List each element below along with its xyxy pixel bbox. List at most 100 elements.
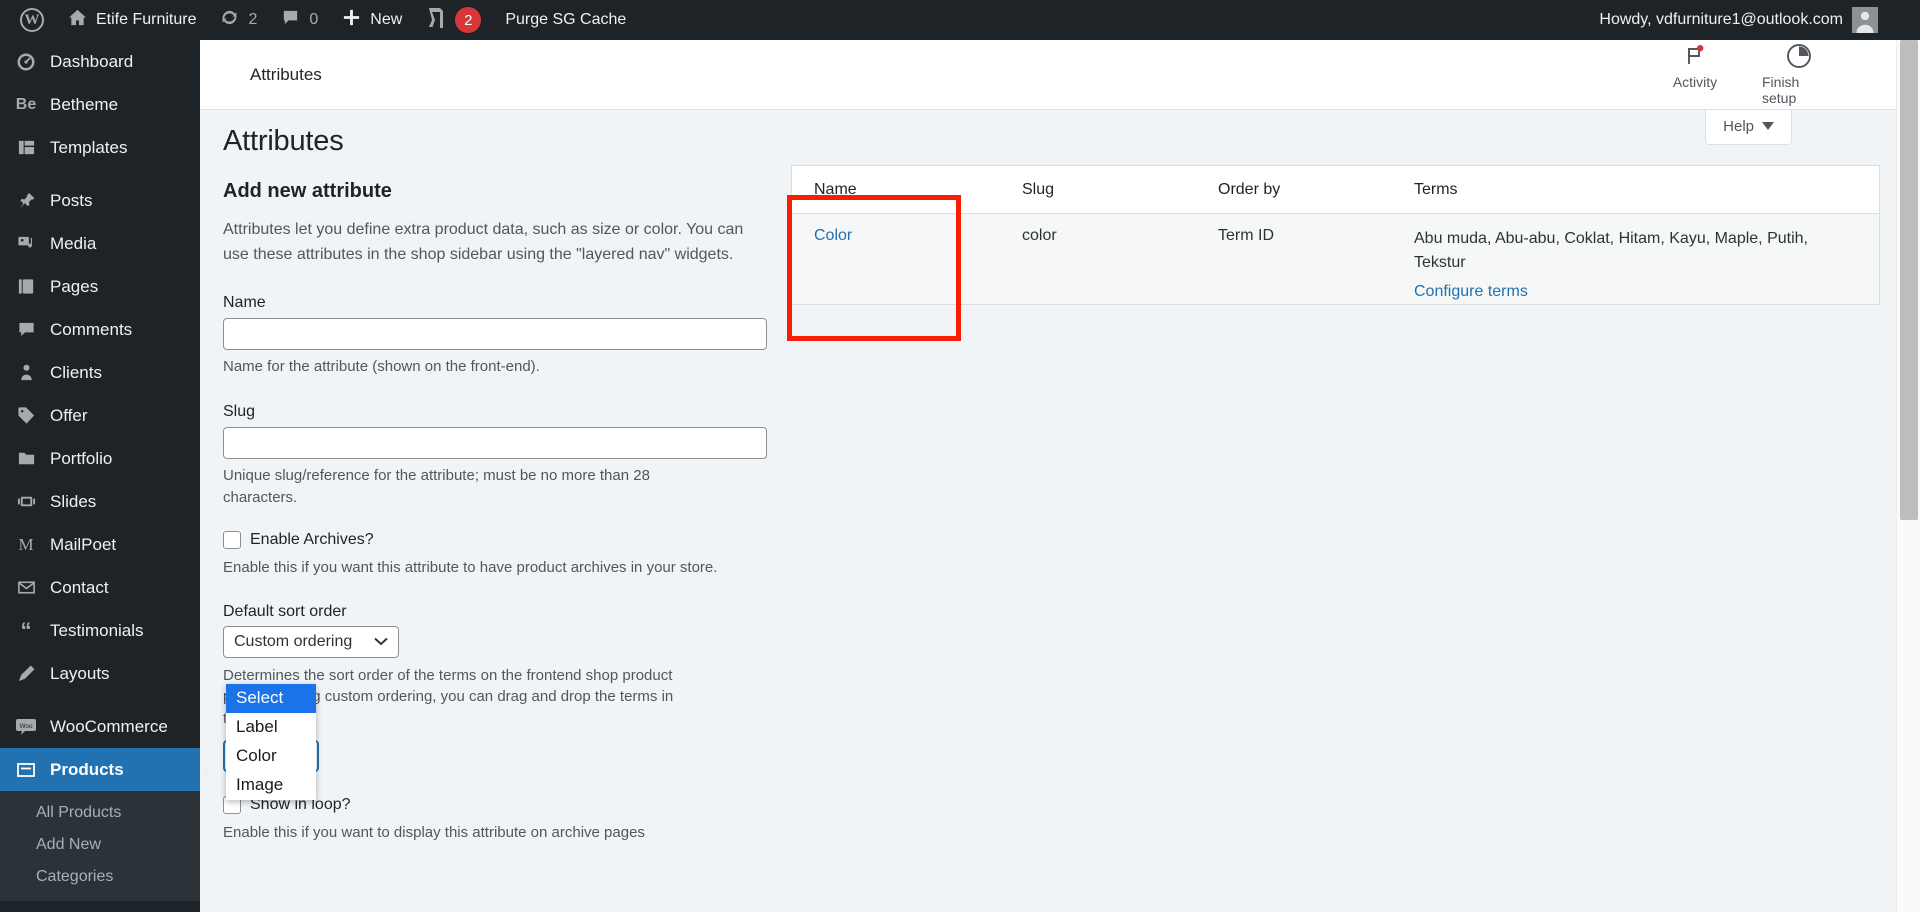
column-header-terms: Terms	[1414, 180, 1458, 198]
page-scrollbar[interactable]	[1896, 24, 1920, 912]
yoast-badge: 2	[455, 7, 482, 33]
form-description: Attributes let you define extra product …	[223, 221, 744, 263]
admin-sidebar: Dashboard Be Betheme Templates Posts Med…	[0, 40, 208, 912]
woocommerce-icon: Woo	[10, 715, 42, 739]
sidebar-item-offer[interactable]: Offer	[0, 394, 200, 437]
sidebar-item-contact[interactable]: Contact	[0, 566, 200, 609]
sidebar-item-templates[interactable]: Templates	[0, 126, 200, 169]
comment-bubble-icon	[281, 8, 300, 32]
attribute-name-link[interactable]: Color	[814, 227, 852, 244]
my-account-menu[interactable]: Howdy, vdfurniture1@outlook.com	[1587, 0, 1890, 40]
slug-field-hint: Unique slug/reference for the attribute;…	[223, 467, 650, 507]
sidebar-item-woocommerce[interactable]: Woo WooCommerce	[0, 705, 200, 748]
media-icon	[10, 232, 42, 256]
attribute-type-dropdown-options[interactable]: Select Label Color Image	[226, 684, 316, 800]
flag-icon	[1682, 43, 1708, 69]
sidebar-item-pages[interactable]: Pages	[0, 265, 200, 308]
wordpress-logo-menu[interactable]: W	[8, 0, 56, 40]
table-row: Color color Term ID Abu muda, Abu-abu, C…	[792, 214, 1879, 304]
new-content-menu[interactable]: New	[330, 0, 414, 40]
sidebar-item-label: Contact	[50, 577, 109, 597]
sidebar-item-comments[interactable]: Comments	[0, 308, 200, 351]
sidebar-item-mailpoet[interactable]: M MailPoet	[0, 523, 200, 566]
name-input[interactable]	[223, 317, 767, 350]
slug-input[interactable]	[223, 427, 767, 460]
envelope-icon	[10, 576, 42, 600]
sidebar-item-posts[interactable]: Posts	[0, 179, 200, 222]
submenu-item-all-products[interactable]: All Products	[0, 797, 200, 829]
sidebar-item-testimonials[interactable]: “ Testimonials	[0, 609, 200, 652]
updates-menu[interactable]: 2	[208, 0, 269, 40]
sidebar-item-label: Products	[50, 759, 124, 779]
dashboard-icon	[10, 50, 42, 74]
pie-progress-icon	[1786, 43, 1812, 69]
breadcrumb: Attributes	[250, 64, 322, 84]
home-icon	[68, 8, 87, 32]
sidebar-item-clients[interactable]: Clients	[0, 351, 200, 394]
purge-sg-cache-label: Purge SG Cache	[505, 11, 627, 28]
configure-terms-link[interactable]: Configure terms	[1414, 280, 1859, 304]
dropdown-option-select[interactable]: Select	[226, 684, 316, 713]
sidebar-item-label: Posts	[50, 190, 93, 210]
sidebar-item-media[interactable]: Media	[0, 222, 200, 265]
clients-icon	[10, 361, 42, 385]
new-content-label: New	[370, 11, 403, 28]
name-field-hint: Name for the attribute (shown on the fro…	[223, 357, 540, 375]
pencil-icon	[10, 662, 42, 686]
products-submenu: All Products Add New Categories	[0, 791, 200, 901]
default-sort-order-value: Custom ordering	[234, 632, 353, 650]
plus-icon	[342, 8, 361, 32]
sidebar-item-label: WooCommerce	[50, 716, 168, 736]
pages-icon	[10, 275, 42, 299]
betheme-icon: Be	[15, 95, 37, 113]
templates-icon	[10, 136, 42, 160]
purge-sg-cache-menu[interactable]: Purge SG Cache	[493, 0, 638, 40]
column-header-order-by: Order by	[1218, 180, 1281, 198]
scrollbar-thumb[interactable]	[1900, 40, 1918, 520]
attributes-table: Name Slug Order by Terms Color color Ter…	[791, 165, 1880, 305]
sidebar-separator	[0, 169, 200, 179]
help-toggle-button[interactable]: Help	[1705, 110, 1792, 145]
sidebar-item-portfolio[interactable]: Portfolio	[0, 437, 200, 480]
enable-archives-row[interactable]: Enable Archives?	[223, 530, 783, 549]
offer-tag-icon	[10, 404, 42, 428]
cell-name: Color	[792, 227, 1022, 304]
site-name-menu[interactable]: Etife Furniture	[56, 0, 208, 40]
submenu-item-categories[interactable]: Categories	[0, 861, 200, 893]
woocommerce-header: Attributes Activity Finish setup	[200, 40, 1896, 110]
default-sort-order-select[interactable]: Custom ordering	[223, 625, 399, 658]
sidebar-item-slides[interactable]: Slides	[0, 480, 200, 523]
name-field-label: Name	[223, 293, 266, 311]
sidebar-item-label: Betheme	[50, 94, 119, 114]
dropdown-option-color[interactable]: Color	[226, 742, 316, 771]
cell-order-by: Term ID	[1218, 227, 1274, 244]
admin-bar-left: W Etife Furniture 2 0 New 2 Purge SG Cac…	[0, 0, 638, 40]
cell-slug: color	[1022, 227, 1057, 244]
sidebar-item-dashboard[interactable]: Dashboard	[0, 40, 200, 83]
activity-panel-button[interactable]: Activity	[1658, 43, 1732, 90]
enable-archives-hint: Enable this if you want this attribute t…	[223, 558, 718, 576]
terms-list: Abu muda, Abu-abu, Coklat, Hitam, Kayu, …	[1414, 230, 1808, 271]
comments-menu[interactable]: 0	[269, 0, 330, 40]
slides-icon	[10, 490, 42, 514]
page-title: Attributes	[223, 125, 344, 157]
pin-icon	[10, 189, 42, 213]
submenu-item-add-new[interactable]: Add New	[0, 829, 200, 861]
table-header-row: Name Slug Order by Terms	[792, 166, 1879, 214]
sidebar-item-label: Pages	[50, 276, 99, 296]
sidebar-item-betheme[interactable]: Be Betheme	[0, 83, 200, 126]
sidebar-item-label: Portfolio	[50, 448, 113, 468]
sidebar-separator	[0, 695, 200, 705]
sidebar-item-label: Offer	[50, 405, 88, 425]
comments-count: 0	[309, 11, 319, 28]
sidebar-item-products[interactable]: Products	[0, 748, 208, 791]
finish-setup-button[interactable]: Finish setup	[1762, 43, 1836, 106]
dropdown-option-image[interactable]: Image	[226, 771, 316, 800]
enable-archives-checkbox[interactable]	[223, 530, 241, 549]
form-heading: Add new attribute	[223, 180, 392, 202]
dropdown-option-label[interactable]: Label	[226, 713, 316, 742]
yoast-seo-menu[interactable]: 2	[414, 0, 493, 40]
comment-bubble-icon	[10, 318, 42, 342]
help-label: Help	[1723, 118, 1754, 135]
sidebar-item-layouts[interactable]: Layouts	[0, 652, 200, 695]
